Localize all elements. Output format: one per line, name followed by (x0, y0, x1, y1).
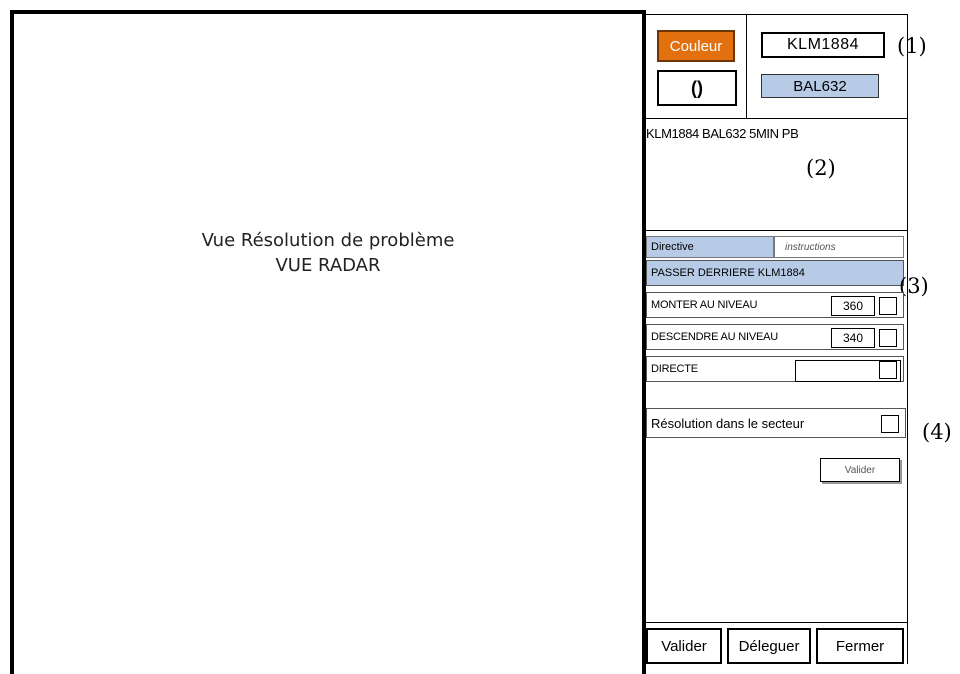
descendre-label: DESCENDRE AU NIVEAU (651, 331, 779, 343)
directive-label: Directive (646, 236, 774, 258)
radar-view[interactable] (10, 10, 646, 674)
annotation-1: (1) (897, 34, 927, 58)
directe-row[interactable]: DIRECTE (646, 356, 904, 382)
annotation-4: (4) (922, 420, 952, 444)
couleur-button[interactable]: Couleur (657, 30, 735, 62)
section2-divider (646, 230, 908, 231)
section1-vertical-divider (746, 14, 747, 118)
resolution-checkbox[interactable] (881, 415, 899, 433)
paren-button[interactable]: () (657, 70, 737, 106)
resolution-row[interactable]: Résolution dans le secteur (646, 408, 906, 438)
fermer-button[interactable]: Fermer (816, 628, 904, 664)
monter-level-field[interactable]: 360 (831, 296, 875, 316)
valider-button[interactable]: Valider (646, 628, 722, 664)
directe-checkbox[interactable] (879, 361, 897, 379)
radar-subtitle: VUE RADAR (275, 255, 381, 276)
deleguer-button[interactable]: Déleguer (727, 628, 811, 664)
resolution-label: Résolution dans le secteur (651, 416, 805, 431)
section1-divider (646, 118, 908, 119)
selected-directive-item[interactable]: PASSER DERRIERE KLM1884 (646, 260, 904, 286)
conflict-description: KLM1884 BAL632 5MIN PB (646, 126, 799, 141)
annotation-2: (2) (806, 156, 836, 180)
radar-view-caption: Vue Résolution de problème VUE RADAR (10, 228, 646, 278)
descendre-level-field[interactable]: 340 (831, 328, 875, 348)
callsign-klm-button[interactable]: KLM1884 (761, 32, 885, 58)
monter-checkbox[interactable] (879, 297, 897, 315)
directive-field[interactable]: instructions (774, 236, 904, 258)
resolution-valider-button[interactable]: Valider (820, 458, 900, 482)
radar-title: Vue Résolution de problème (201, 230, 455, 251)
monter-label: MONTER AU NIVEAU (651, 299, 758, 311)
directe-label: DIRECTE (651, 363, 698, 375)
callsign-bal-button[interactable]: BAL632 (761, 74, 879, 98)
footer-divider (646, 622, 908, 623)
monter-row[interactable]: MONTER AU NIVEAU 360 (646, 292, 904, 318)
descendre-row[interactable]: DESCENDRE AU NIVEAU 340 (646, 324, 904, 350)
descendre-checkbox[interactable] (879, 329, 897, 347)
